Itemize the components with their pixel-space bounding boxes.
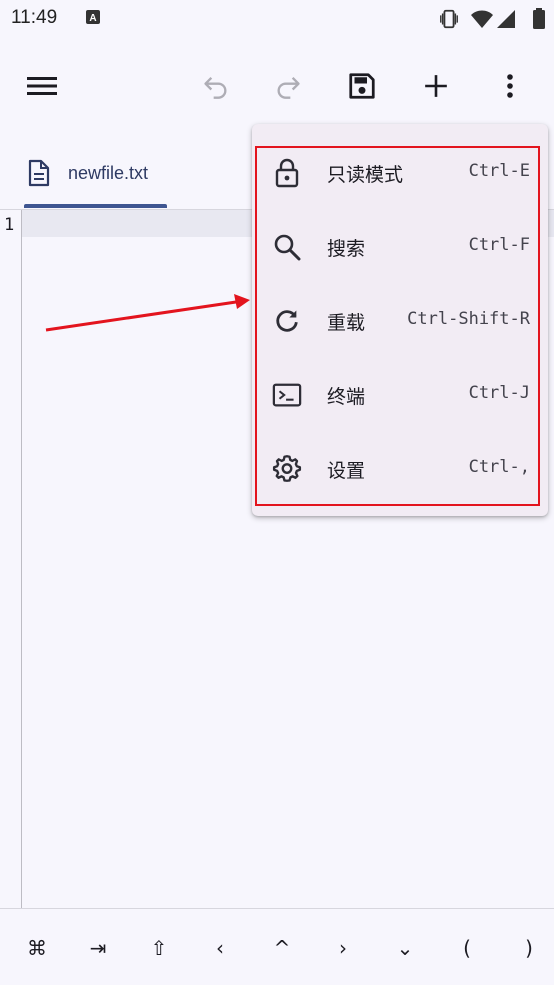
key-shift[interactable]: ⇧: [139, 931, 179, 965]
key-down[interactable]: ⌄: [385, 931, 425, 965]
key-open-paren[interactable]: (: [447, 931, 487, 965]
key-command[interactable]: ⌘: [17, 931, 57, 965]
annotation-arrow: [45, 294, 250, 332]
key-close-paren[interactable]: ): [509, 931, 549, 965]
key-up[interactable]: ^: [262, 931, 302, 965]
extra-keys-bar: ⌘ ⇥ ⇧ ‹ ^ › ⌄ ( ): [0, 908, 554, 985]
key-tab[interactable]: ⇥: [78, 931, 118, 965]
key-right[interactable]: ›: [323, 931, 363, 965]
key-left[interactable]: ‹: [200, 931, 240, 965]
